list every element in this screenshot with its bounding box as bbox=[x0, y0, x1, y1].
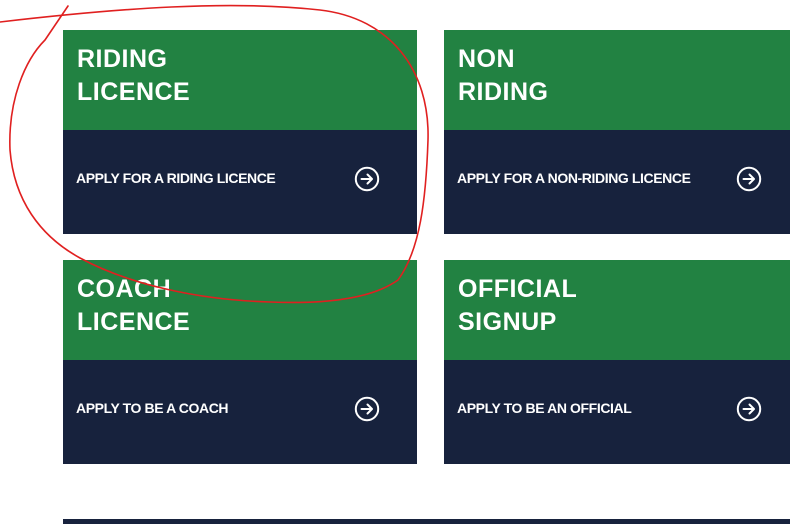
apply-non-riding-licence-link[interactable]: APPLY FOR A NON-RIDING LICENCE bbox=[444, 130, 790, 234]
apply-coach-link[interactable]: APPLY TO BE A COACH bbox=[63, 360, 417, 464]
card-link-label: APPLY TO BE AN OFFICIAL bbox=[457, 400, 632, 416]
official-signup-card[interactable]: OFFICIAL SIGNUP APPLY TO BE AN OFFICIAL bbox=[444, 260, 790, 464]
card-title-line1: RIDING bbox=[77, 45, 168, 73]
card-title-line2: RIDING bbox=[458, 78, 549, 106]
non-riding-card[interactable]: NON RIDING APPLY FOR A NON-RIDING LICENC… bbox=[444, 30, 790, 234]
card-header: OFFICIAL SIGNUP bbox=[444, 260, 790, 360]
card-title-line2: LICENCE bbox=[77, 78, 191, 106]
apply-riding-licence-link[interactable]: APPLY FOR A RIDING LICENCE bbox=[63, 130, 417, 234]
card-title-line1: OFFICIAL bbox=[458, 275, 578, 303]
card-link-label: APPLY FOR A NON-RIDING LICENCE bbox=[457, 170, 691, 186]
arrow-right-circle-icon[interactable] bbox=[354, 166, 380, 192]
card-link-label: APPLY TO BE A COACH bbox=[76, 400, 229, 416]
arrow-right-circle-icon[interactable] bbox=[354, 396, 380, 422]
riding-licence-card[interactable]: RIDING LICENCE APPLY FOR A RIDING LICENC… bbox=[63, 30, 417, 234]
card-link-label: APPLY FOR A RIDING LICENCE bbox=[76, 170, 276, 186]
apply-official-link[interactable]: APPLY TO BE AN OFFICIAL bbox=[444, 360, 790, 464]
card-title-line2: LICENCE bbox=[77, 308, 191, 336]
card-title-line1: COACH bbox=[77, 275, 172, 303]
card-header: NON RIDING bbox=[444, 30, 790, 130]
card-title-line1: NON bbox=[458, 45, 516, 73]
coach-licence-card[interactable]: COACH LICENCE APPLY TO BE A COACH bbox=[63, 260, 417, 464]
card-title-line2: SIGNUP bbox=[458, 308, 557, 336]
next-section-edge bbox=[63, 519, 790, 524]
arrow-right-circle-icon[interactable] bbox=[736, 166, 762, 192]
card-header: RIDING LICENCE bbox=[63, 30, 417, 130]
arrow-right-circle-icon[interactable] bbox=[736, 396, 762, 422]
card-header: COACH LICENCE bbox=[63, 260, 417, 360]
